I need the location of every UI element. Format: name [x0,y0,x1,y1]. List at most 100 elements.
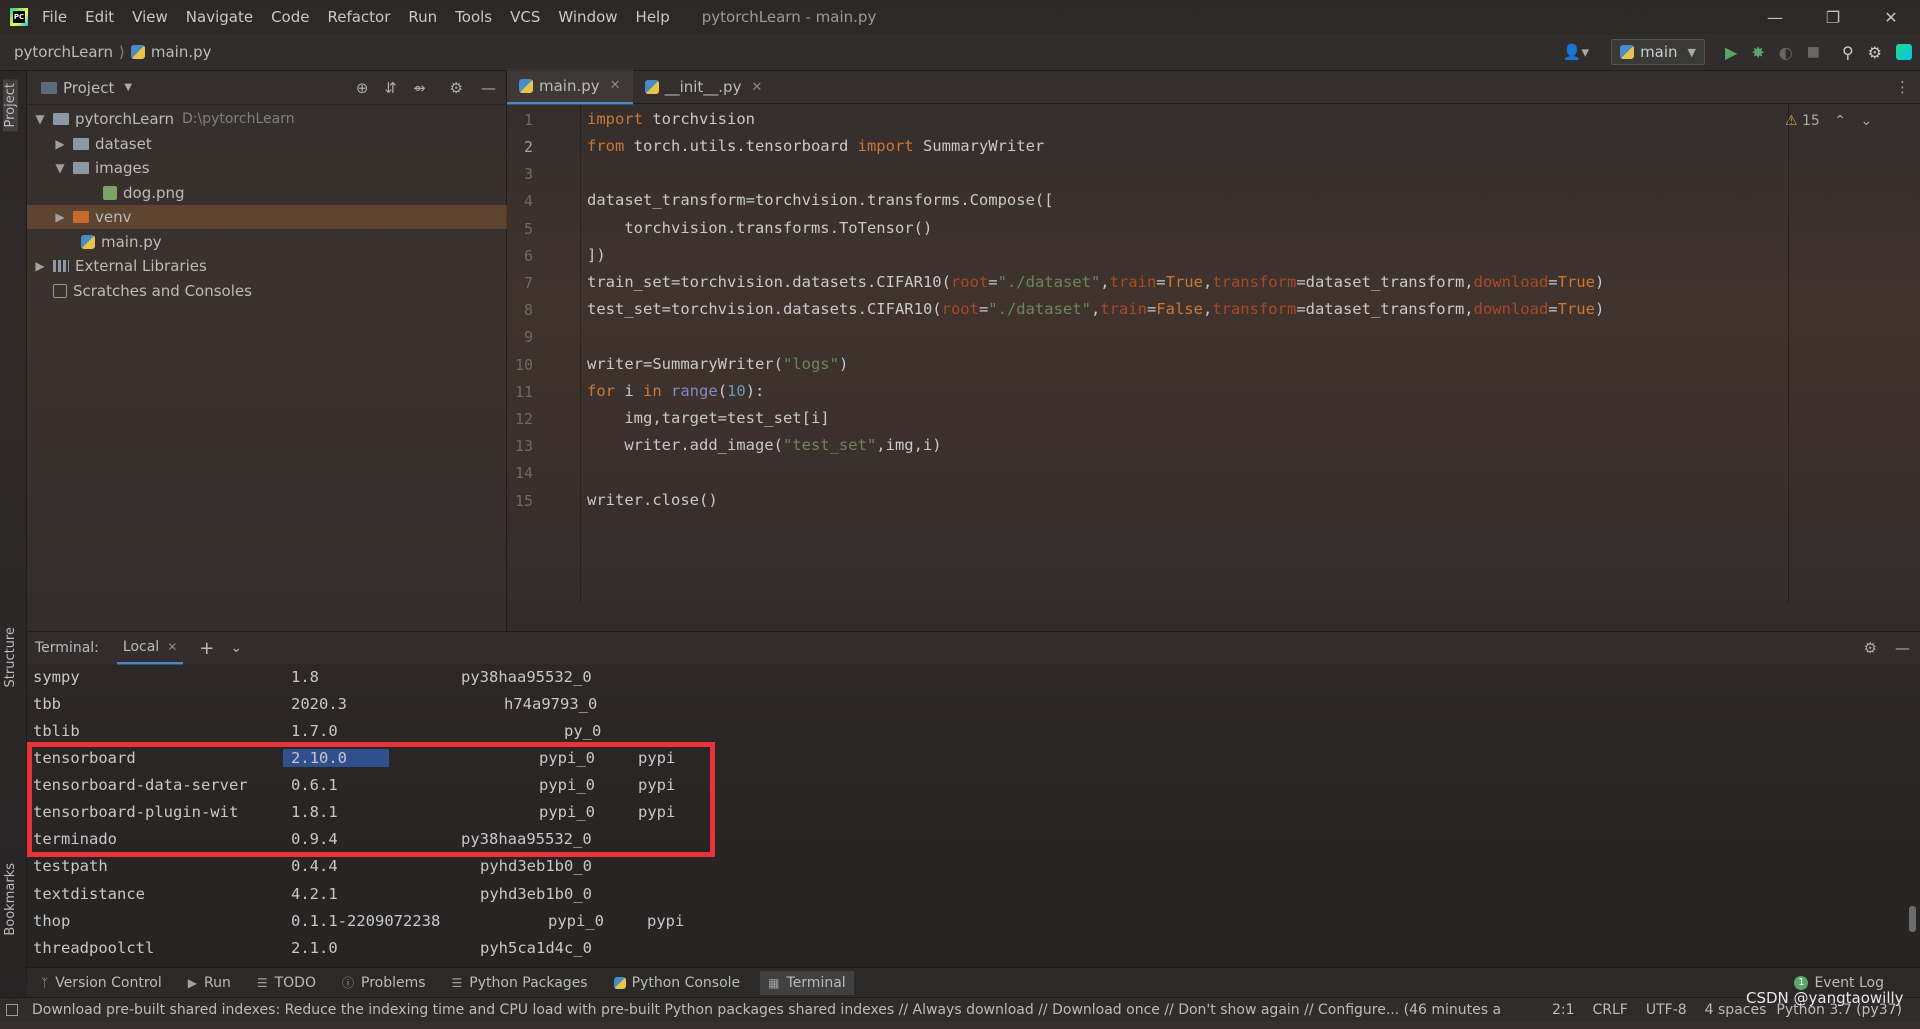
file-encoding[interactable]: UTF-8 [1646,1002,1687,1018]
structure-tool-tab[interactable]: Structure [3,627,18,687]
chevron-right-icon[interactable]: ▶ [53,137,67,151]
bookmarks-tool-tab[interactable]: Bookmarks [3,863,18,936]
menu-code[interactable]: Code [271,8,309,26]
close-tab-icon[interactable]: ✕ [167,640,177,654]
terminal-output[interactable]: sympy 1.8 py38haa95532_0 tbb 2020.3 h74a… [27,664,1920,967]
gear-icon[interactable]: ⚙ [450,79,463,97]
inspection-widget[interactable]: ⚠ 15 ⌃ ⌄ [1785,113,1872,129]
hide-icon[interactable]: — [1895,639,1910,657]
menu-edit[interactable]: Edit [85,8,114,26]
user-icon[interactable]: 👤▾ [1563,43,1589,61]
tree-item-dataset[interactable]: ▶ dataset [53,132,152,156]
coverage-icon[interactable]: ◐ [1779,43,1793,62]
close-tab-icon[interactable]: ✕ [751,80,762,95]
menu-tools[interactable]: Tools [455,8,492,26]
project-tool-tab[interactable]: Project [3,79,18,132]
jetbrains-toolbox-icon[interactable] [1896,44,1912,60]
debug-icon[interactable]: ✸ [1751,43,1764,62]
code-line[interactable]: writer.add_image("test_set",img,i) [587,436,941,454]
terminal-icon: ▦ [768,975,780,990]
code-line[interactable]: writer.close() [587,491,718,509]
python-file-icon [81,235,95,249]
code-line[interactable]: writer=SummaryWriter("logs") [587,355,848,373]
chevron-down-icon[interactable]: ⌄ [1860,113,1872,129]
code-line[interactable]: ]) [587,246,606,264]
hide-icon[interactable]: — [481,79,496,97]
status-message[interactable]: Download pre-built shared indexes: Reduc… [32,1002,1502,1018]
chevron-down-icon[interactable]: ▼ [53,161,67,175]
menu-navigate[interactable]: Navigate [186,8,253,26]
package-name: textdistance [33,885,145,903]
tree-item-main-py[interactable]: main.py [81,230,162,254]
restore-button[interactable]: ❐ [1804,0,1862,34]
code-line[interactable]: img,target=test_set[i] [587,409,829,427]
locate-icon[interactable]: ⊕ [356,79,369,97]
menu-refactor[interactable]: Refactor [327,8,390,26]
terminal-scrollbar[interactable] [1909,906,1916,932]
menu-help[interactable]: Help [636,8,670,26]
code-line[interactable]: train_set=torchvision.datasets.CIFAR10(r… [587,273,1604,291]
status-toggle-icon[interactable] [6,1003,18,1016]
menu-window[interactable]: Window [558,8,617,26]
package-name: tbb [33,695,61,713]
left-tool-stripe: Project Structure Bookmarks [0,71,27,980]
pycharm-logo-icon: PC [10,8,28,26]
tool-problems[interactable]: ⓘ Problems [342,974,426,991]
chevron-down-icon[interactable]: ▼ [33,112,47,126]
code-line[interactable]: dataset_transform=torchvision.transforms… [587,191,1054,209]
right-margin-guide [1788,104,1789,602]
tree-item-external-libraries[interactable]: ▶ External Libraries [33,254,206,278]
tool-python-console[interactable]: Python Console [613,975,740,991]
tree-item-images[interactable]: ▼ images [53,156,149,180]
search-icon[interactable]: ⚲ [1842,43,1854,62]
tree-item-venv[interactable]: ▶ venv [27,205,507,229]
chevron-down-icon[interactable]: ▼ [124,82,132,93]
tab-init-py[interactable]: __init__.py ✕ [633,71,775,104]
code-line[interactable]: import torchvision [587,110,755,128]
tree-item-dog-png[interactable]: dog.png [103,181,185,205]
gear-icon[interactable]: ⚙ [1864,639,1877,657]
code-line[interactable]: test_set=torchvision.datasets.CIFAR10(ro… [587,300,1604,318]
line-separator[interactable]: CRLF [1592,1002,1627,1018]
breadcrumb-file[interactable]: main.py [151,43,212,61]
menu-run[interactable]: Run [408,8,437,26]
chevron-right-icon[interactable]: ▶ [53,210,67,224]
project-view-title[interactable]: Project [63,79,114,97]
tool-python-packages[interactable]: ☰ Python Packages [452,975,588,991]
close-window-button[interactable]: ✕ [1862,0,1920,34]
package-version: 2.1.0 [291,939,338,957]
tool-version-control[interactable]: ᛉ Version Control [41,975,162,991]
tool-todo[interactable]: ☰ TODO [257,975,316,991]
run-icon: ▶ [187,975,197,990]
settings-icon[interactable]: ⚙ [1868,43,1882,62]
menu-view[interactable]: View [132,8,168,26]
expand-all-icon[interactable]: ⇵ [384,79,397,97]
minimize-button[interactable]: — [1746,0,1804,34]
code-line[interactable]: torchvision.transforms.ToTensor() [587,219,932,237]
tab-main-py[interactable]: main.py ✕ [507,69,633,105]
tree-item-project-root[interactable]: ▼ pytorchLearn D:\pytorchLearn [33,107,294,131]
collapse-all-icon[interactable]: ⇴ [413,79,426,97]
close-tab-icon[interactable]: ✕ [610,78,621,93]
stop-icon[interactable]: ■ [1807,44,1820,60]
menu-file[interactable]: File [42,8,67,26]
navigation-bar: pytorchLearn ⟩ main.py 👤▾ main ▼ ▶ ✸ ◐ ■… [0,34,1920,71]
chevron-right-icon[interactable]: ▶ [33,259,47,273]
tree-item-label: dataset [95,135,152,153]
run-icon[interactable]: ▶ [1725,43,1737,62]
breadcrumb-project[interactable]: pytorchLearn [14,43,113,61]
package-build: py_0 [564,722,602,740]
code-line[interactable]: for i in range(10): [587,382,764,400]
code-line[interactable]: from torch.utils.tensorboard import Summ… [587,137,1044,155]
new-terminal-icon[interactable]: + [199,638,214,659]
chevron-up-icon[interactable]: ⌃ [1834,113,1846,129]
caret-position[interactable]: 2:1 [1552,1002,1575,1018]
chevron-down-icon[interactable]: ⌄ [230,640,242,656]
tree-item-scratches[interactable]: Scratches and Consoles [53,279,252,303]
terminal-tab-local[interactable]: Local ✕ [116,632,184,665]
run-configuration-select[interactable]: main ▼ [1611,39,1706,65]
more-tabs-icon[interactable]: ⋮ [1895,78,1910,96]
menu-vcs[interactable]: VCS [510,8,540,26]
tool-terminal[interactable]: ▦ Terminal [760,970,854,995]
tool-run[interactable]: ▶ Run [188,975,231,991]
